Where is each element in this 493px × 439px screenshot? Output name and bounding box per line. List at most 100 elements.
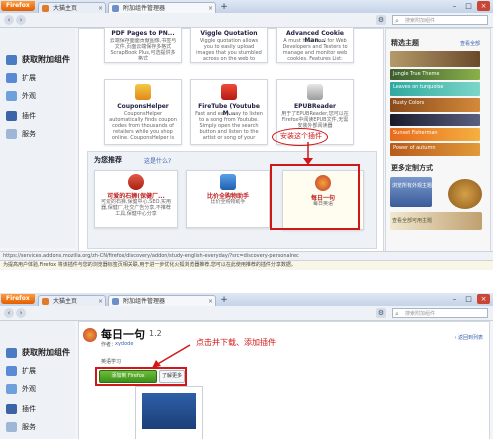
forward-button[interactable]: › <box>16 15 26 25</box>
firefox-menu-button[interactable]: Firefox <box>1 1 35 11</box>
search-addons-input[interactable]: ⌕ 搜索附加组件 <box>392 15 488 25</box>
addon-desc: Fast and easy way to listen to a song fr… <box>195 111 263 141</box>
new-tab-button[interactable]: + <box>218 296 230 305</box>
plugin-icon <box>6 111 17 121</box>
sidebar-item-extensions[interactable]: 扩展 <box>6 72 36 84</box>
brush-icon <box>6 384 17 394</box>
addon-card[interactable]: Advanced Cookie Man... A must have tool … <box>276 27 354 63</box>
search-placeholder: 搜索附加组件 <box>405 311 436 317</box>
search-placeholder: 搜索附加组件 <box>405 18 436 24</box>
theme-name: Jungle True Theme <box>393 71 440 77</box>
addon-desc: 云端保存面面贡献图像,书签与文件,页面云端保存多格式 ScrapBook Plu… <box>109 38 177 60</box>
close-window-button[interactable]: × <box>477 294 490 304</box>
preview-image <box>142 393 196 429</box>
status-url: https://services.addons.mozilla.org/zh-C… <box>0 251 493 260</box>
gear-icon[interactable]: ⚙ <box>376 15 386 25</box>
author-label: 作者： <box>101 342 117 348</box>
back-button[interactable]: ‹ <box>4 308 14 318</box>
sidebar-item-appearance[interactable]: 外观 <box>6 90 36 102</box>
sidebar: 获取附加组件 扩展 外观 插件 服务 <box>0 321 75 439</box>
nav-bar: ‹ › ⚙ ⌕ 搜索附加组件 <box>0 306 493 321</box>
sidebar-item-services[interactable]: 服务 <box>6 128 36 140</box>
search-addons-input[interactable]: ⌕ 搜索附加组件 <box>392 308 488 318</box>
sidebar-label: 插件 <box>22 112 36 120</box>
gear-icon[interactable]: ⚙ <box>376 308 386 318</box>
addons-globe-icon <box>448 179 482 209</box>
addon-card[interactable]: Viggle Quotation Viggle quotation allows… <box>190 27 268 63</box>
recommend-card[interactable]: 比价全购物助手 比价全购物助手 <box>186 170 270 228</box>
tab-addons-manager[interactable]: 附加组件管理器 × <box>108 2 216 13</box>
theme-preview[interactable]: Rusty Colors <box>390 98 480 112</box>
sidebar-item-extensions[interactable]: 扩展 <box>6 365 36 377</box>
addon-card[interactable]: FireTube (Youtube M... Fast and easy way… <box>190 79 268 145</box>
theme-name: Power of autumn <box>393 145 436 151</box>
addon-card[interactable]: PDF Pages to PN... 云端保存面面贡献图像,书签与文件,页面云端… <box>104 27 182 63</box>
tab-label: 附加组件管理器 <box>123 298 166 305</box>
addon-title: Viggle Quotation <box>200 30 258 37</box>
annotation-text: 点击并下载、添加插件 <box>196 338 276 347</box>
close-icon[interactable]: × <box>98 296 103 306</box>
theme-preview[interactable] <box>390 114 480 126</box>
search-icon: ⌕ <box>395 17 399 25</box>
theme-name: Rusty Colors <box>393 100 425 106</box>
sidebar-item-appearance[interactable]: 外观 <box>6 383 36 395</box>
info-bar: 为提高用户体验,Firefox 将该插件与您的浏览器标签页相关联,用于进一步优化… <box>0 260 493 269</box>
themes-heading: 精选主题 <box>391 39 419 47</box>
highlight-box <box>270 164 360 230</box>
screenshot-preview[interactable] <box>135 386 203 439</box>
minimize-button[interactable]: – <box>448 294 461 304</box>
shopping-icon <box>220 174 236 190</box>
close-icon[interactable]: × <box>98 3 103 13</box>
all-themes-link[interactable]: 查看全部可用主题 <box>392 217 432 224</box>
tab-home[interactable]: 大猫主页 × <box>38 2 106 13</box>
arrow-icon <box>303 142 313 165</box>
what-is-this-link[interactable]: 这是什么? <box>144 156 171 165</box>
addon-desc: CouponsHelper automatically finds coupon… <box>109 111 177 141</box>
sidebar-item-plugins[interactable]: 插件 <box>6 110 36 122</box>
sidebar-item-services[interactable]: 服务 <box>6 421 36 433</box>
sidebar-label: 插件 <box>22 405 36 413</box>
download-icon <box>6 55 17 65</box>
see-all-link[interactable]: 查看全部 <box>460 40 480 47</box>
forward-button[interactable]: › <box>16 308 26 318</box>
maximize-button[interactable]: □ <box>462 294 475 304</box>
theme-preview[interactable] <box>390 51 480 67</box>
firefox-menu-button[interactable]: Firefox <box>1 294 35 304</box>
close-window-button[interactable]: × <box>477 1 490 11</box>
back-button[interactable]: ‹ <box>4 15 14 25</box>
page-icon <box>42 5 49 12</box>
sidebar-label: 获取附加组件 <box>22 55 70 64</box>
minimize-button[interactable]: – <box>448 1 461 11</box>
new-tab-button[interactable]: + <box>218 3 230 12</box>
sidebar-item-plugins[interactable]: 插件 <box>6 403 36 415</box>
tab-home[interactable]: 大猫主页 × <box>38 295 106 306</box>
addon-summary: 英语学习 <box>101 359 122 365</box>
theme-preview[interactable]: Sunset Fisherman <box>390 128 480 141</box>
back-to-list-link[interactable]: ‹ 返回到列表 <box>454 334 483 341</box>
addon-title: CouponsHelper <box>117 103 169 110</box>
theme-preview[interactable]: Power of autumn <box>390 143 480 156</box>
maximize-button[interactable]: □ <box>462 1 475 11</box>
tab-label: 大猫主页 <box>53 5 78 12</box>
close-icon[interactable]: × <box>208 296 213 306</box>
sidebar: 获取附加组件 扩展 外观 插件 服务 <box>0 28 75 248</box>
author-link[interactable]: xydode <box>115 341 133 347</box>
puzzle-icon <box>6 73 17 83</box>
puzzle-icon <box>112 298 119 305</box>
puzzle-icon <box>6 366 17 376</box>
sidebar-item-get-addons[interactable]: 获取附加组件 <box>6 54 70 66</box>
browse-themes-link[interactable]: 浏览所有外观主题 <box>392 182 432 189</box>
title-bar: Firefox 大猫主页 × 附加组件管理器 × + – □ × <box>0 0 493 13</box>
sentence-icon <box>83 328 97 342</box>
sidebar-item-get-addons[interactable]: 获取附加组件 <box>6 347 70 359</box>
close-icon[interactable]: × <box>208 3 213 13</box>
theme-preview[interactable]: Leaves on turquoise <box>390 82 480 96</box>
recommend-card[interactable]: 可爱的石狮(保健厂... 可爱的石狮,保健中心,SEO,实用器,保健厂,社交广告… <box>94 170 178 228</box>
tab-addons-manager[interactable]: 附加组件管理器 × <box>108 295 216 306</box>
addon-version: 1.2 <box>149 329 162 338</box>
theme-preview[interactable]: Jungle True Theme <box>390 69 480 80</box>
screenshot-addon-detail: Firefox 大猫主页 × 附加组件管理器 × + – □ × ‹ › ⚙ ⌕… <box>0 293 493 439</box>
addon-card[interactable]: CouponsHelper CouponsHelper automaticall… <box>104 79 182 145</box>
back-link-label: 返回到列表 <box>457 335 483 341</box>
addon-desc: 比价全购物助手 <box>210 199 246 205</box>
